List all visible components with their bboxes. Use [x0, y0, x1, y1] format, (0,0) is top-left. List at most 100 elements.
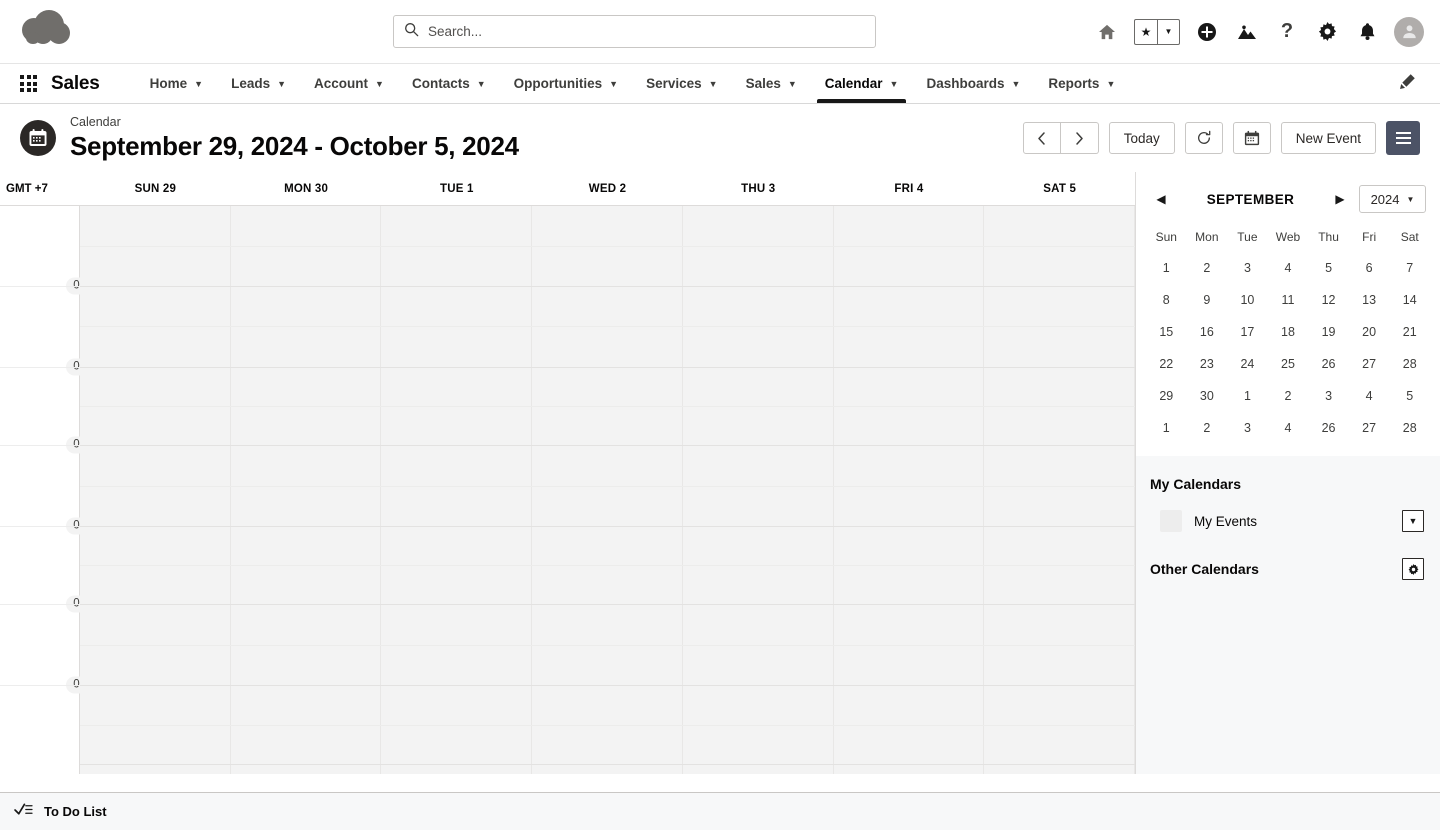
mini-cal-year-select[interactable]: 2024 ▼ [1359, 185, 1426, 213]
favorites-group[interactable]: ★ ▼ [1134, 18, 1180, 45]
mc-date[interactable]: 2 [1268, 380, 1309, 412]
day-header-wed[interactable]: WED 2 [532, 183, 683, 195]
nav-item-services[interactable]: Services ▼ [632, 64, 731, 103]
help-icon[interactable]: ? [1274, 19, 1300, 45]
user-avatar[interactable] [1394, 16, 1424, 47]
mc-date[interactable]: 22 [1146, 348, 1187, 380]
nav-label: Calendar [824, 76, 883, 91]
add-icon[interactable] [1194, 19, 1220, 45]
date-nav-group [1022, 122, 1099, 154]
day-header-sun[interactable]: SUN 29 [80, 183, 231, 195]
mc-date[interactable]: 9 [1187, 284, 1228, 316]
day-column-sat[interactable] [984, 206, 1135, 774]
notifications-bell-icon[interactable] [1354, 19, 1380, 45]
favorites-dropdown-icon[interactable]: ▼ [1157, 19, 1179, 44]
mc-date[interactable]: 4 [1268, 412, 1309, 444]
nav-item-sales[interactable]: Sales ▼ [732, 64, 811, 103]
salesforce-cloud-logo[interactable] [22, 9, 78, 54]
mc-date[interactable]: 11 [1268, 284, 1309, 316]
nav-item-dashboards[interactable]: Dashboards ▼ [912, 64, 1034, 103]
app-launcher-icon[interactable] [20, 75, 37, 92]
mini-cal-prev-month-icon[interactable]: ◀ [1150, 188, 1172, 210]
nav-item-leads[interactable]: Leads ▼ [217, 64, 300, 103]
mc-date[interactable]: 16 [1187, 316, 1228, 348]
mc-date[interactable]: 28 [1389, 348, 1430, 380]
day-column-tue[interactable] [381, 206, 533, 774]
day-column-wed[interactable] [532, 206, 683, 774]
global-search[interactable] [393, 15, 876, 48]
day-header-thu[interactable]: THU 3 [683, 183, 834, 195]
today-button[interactable]: Today [1108, 122, 1175, 154]
mc-date[interactable]: 13 [1349, 284, 1390, 316]
mc-date[interactable]: 27 [1349, 348, 1390, 380]
mc-date[interactable]: 19 [1308, 316, 1349, 348]
mc-date[interactable]: 23 [1187, 348, 1228, 380]
nav-item-opportunities[interactable]: Opportunities ▼ [500, 64, 632, 103]
mc-date[interactable]: 20 [1349, 316, 1390, 348]
nav-item-contacts[interactable]: Contacts ▼ [398, 64, 500, 103]
home-icon[interactable] [1094, 19, 1120, 45]
favorites-star-icon[interactable]: ★ [1135, 20, 1157, 44]
nav-item-account[interactable]: Account ▼ [300, 64, 398, 103]
mc-date[interactable]: 28 [1389, 412, 1430, 444]
todo-list-label[interactable]: To Do List [44, 804, 107, 819]
mc-date[interactable]: 2 [1187, 412, 1228, 444]
day-header-fri[interactable]: FRI 4 [834, 183, 985, 195]
search-input[interactable] [428, 24, 865, 39]
mc-date[interactable]: 4 [1349, 380, 1390, 412]
pencil-icon[interactable] [1399, 73, 1416, 95]
my-events-dropdown-button[interactable]: ▼ [1402, 510, 1424, 532]
mc-date[interactable]: 3 [1308, 380, 1349, 412]
mc-date[interactable]: 10 [1227, 284, 1268, 316]
next-week-button[interactable] [1060, 122, 1099, 154]
day-column-thu[interactable] [682, 206, 834, 774]
hamburger-icon [1395, 132, 1411, 144]
day-header-sat[interactable]: SAT 5 [984, 183, 1135, 195]
mc-date[interactable]: 15 [1146, 316, 1187, 348]
mc-date[interactable]: 3 [1227, 252, 1268, 284]
date-picker-icon[interactable] [1232, 122, 1271, 154]
mc-date[interactable]: 27 [1349, 412, 1390, 444]
nav-item-reports[interactable]: Reports ▼ [1034, 64, 1129, 103]
mc-date[interactable]: 8 [1146, 284, 1187, 316]
my-events-color-swatch[interactable] [1160, 510, 1182, 532]
mc-date[interactable]: 1 [1146, 412, 1187, 444]
mc-date[interactable]: 1 [1227, 380, 1268, 412]
day-header-tue[interactable]: TUE 1 [381, 183, 532, 195]
day-column-mon[interactable] [230, 206, 382, 774]
day-header-mon[interactable]: MON 30 [231, 183, 382, 195]
mountain-image-icon[interactable] [1234, 19, 1260, 45]
list-view-toggle-button[interactable] [1386, 121, 1420, 155]
mc-date[interactable]: 3 [1227, 412, 1268, 444]
new-event-button[interactable]: New Event [1280, 122, 1376, 154]
mc-date[interactable]: 7 [1389, 252, 1430, 284]
mc-date[interactable]: 26 [1308, 412, 1349, 444]
mc-date[interactable]: 1 [1146, 252, 1187, 284]
mc-date[interactable]: 14 [1389, 284, 1430, 316]
mc-date[interactable]: 21 [1389, 316, 1430, 348]
mc-date[interactable]: 6 [1349, 252, 1390, 284]
mc-date[interactable]: 2 [1187, 252, 1228, 284]
mc-date[interactable]: 24 [1227, 348, 1268, 380]
refresh-icon[interactable] [1184, 122, 1223, 154]
mc-date[interactable]: 17 [1227, 316, 1268, 348]
mc-date[interactable]: 5 [1308, 252, 1349, 284]
mc-date[interactable]: 12 [1308, 284, 1349, 316]
mc-date[interactable]: 4 [1268, 252, 1309, 284]
mc-date[interactable]: 25 [1268, 348, 1309, 380]
mc-date[interactable]: 29 [1146, 380, 1187, 412]
app-navigation-bar: Sales Home ▼ Leads ▼ Account ▼ Contacts … [0, 63, 1440, 104]
calendar-icon [20, 120, 56, 156]
setup-gear-icon[interactable] [1314, 19, 1340, 45]
nav-item-home[interactable]: Home ▼ [136, 64, 217, 103]
mc-date[interactable]: 26 [1308, 348, 1349, 380]
mc-date[interactable]: 30 [1187, 380, 1228, 412]
mc-date[interactable]: 5 [1389, 380, 1430, 412]
day-column-sun[interactable] [80, 206, 231, 774]
day-column-fri[interactable] [833, 206, 985, 774]
previous-week-button[interactable] [1022, 122, 1061, 154]
nav-item-calendar[interactable]: Calendar ▼ [811, 64, 913, 103]
mc-date[interactable]: 18 [1268, 316, 1309, 348]
mini-cal-next-month-icon[interactable]: ▶ [1329, 188, 1351, 210]
other-calendars-gear-icon[interactable] [1402, 558, 1424, 580]
